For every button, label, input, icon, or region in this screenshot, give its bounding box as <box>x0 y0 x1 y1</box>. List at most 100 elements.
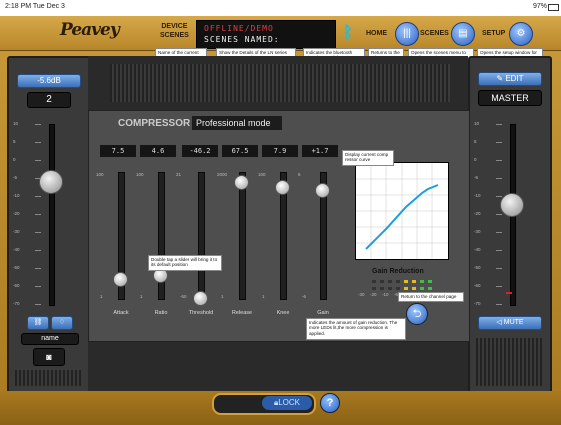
link-icon[interactable]: ⛓ <box>27 316 49 330</box>
gain-value-display[interactable]: -5.6dB <box>17 74 81 88</box>
fader-label: Attack <box>113 310 129 316</box>
edit-button[interactable]: ✎ EDIT <box>478 72 542 86</box>
fader-scale-label: 10 <box>13 121 19 126</box>
fader-label: Threshold <box>188 310 214 316</box>
setup-button[interactable]: SETUP ⚙ <box>480 20 540 46</box>
fader-top-value: 100 <box>96 172 104 177</box>
compressor-fader-track[interactable] <box>198 172 205 300</box>
fader-scale-tick <box>496 142 502 143</box>
readout-value: +1.7 <box>302 145 338 157</box>
fader-scale-label: -30 <box>13 229 20 234</box>
fader-scale-label: 0 <box>474 157 477 162</box>
gain-reduction-scale-label: -10 <box>382 292 389 297</box>
fader-scale-tick <box>496 214 502 215</box>
fader-scale-tick <box>496 304 502 305</box>
fader-scale-label: -10 <box>474 193 481 198</box>
lock-toggle[interactable]: 🔒︎LOCK <box>212 393 316 415</box>
fader-bottom-value: 1 <box>100 294 103 299</box>
fader-top-value: 6 <box>298 172 301 177</box>
channel-strip-master: ✎ EDIT MASTER 10 5 0 -5 -10 -20 -30 -40 -50 -60 -7… <box>468 56 552 395</box>
fader-scale-tick <box>35 178 41 179</box>
readout-value: 67.5 <box>222 145 258 157</box>
curve-svg <box>356 163 448 259</box>
readout-value: -46.2 <box>182 145 218 157</box>
scenes-icon: ▤ <box>451 22 475 46</box>
scenes-button[interactable]: SCENES ▤ <box>420 20 476 46</box>
fader-scale-tick <box>496 232 502 233</box>
home-button[interactable]: HOME ||| <box>364 20 419 46</box>
fader-scale-tick <box>35 124 41 125</box>
gain-reduction-scale-label: -20 <box>370 292 377 297</box>
fader-scale-label: 5 <box>13 139 16 144</box>
compressor-fader-knob[interactable] <box>113 272 128 288</box>
fader-scale-tick <box>496 250 502 251</box>
fader-scale-tick <box>496 196 502 197</box>
channel-strip-left: -5.6dB 2 10 5 0 -5 -10 -20 -30 -40 -50 -60 -70 ⛓ ♢… <box>7 56 91 395</box>
fader-scale-label: -60 <box>474 283 481 288</box>
fader-bottom-value: 1 <box>262 294 265 299</box>
fader-scale-label: 0 <box>13 157 16 162</box>
channel-number[interactable]: 2 <box>27 92 71 108</box>
fader-scale-tick <box>35 160 41 161</box>
fader-scale-tick <box>35 268 41 269</box>
gain-reduction-led <box>380 287 384 290</box>
help-button[interactable]: ? <box>320 393 340 413</box>
lock-button[interactable]: 🔒︎LOCK <box>262 396 312 410</box>
fader-scale-label: -30 <box>474 229 481 234</box>
fader-top-value: 21 <box>176 172 182 177</box>
back-button[interactable]: ⮌ <box>406 303 428 325</box>
fader-scale-tick <box>35 196 41 197</box>
callout-curve: Display current comp ressor curve <box>342 150 394 166</box>
channel-fader-knob[interactable] <box>39 170 63 194</box>
fader-scale-label: 5 <box>474 139 477 144</box>
fader-scale-tick <box>496 160 502 161</box>
lcd-line-mode: OFFLINE/DEMO <box>204 24 274 33</box>
fader-scale-label: -70 <box>474 301 481 306</box>
mute-button[interactable]: ◁ MUTE <box>478 316 542 330</box>
fader-track[interactable] <box>49 124 55 306</box>
peavey-logo: Peavey <box>60 20 120 40</box>
fader-scale-tick <box>496 286 502 287</box>
fader-scale-label: -20 <box>474 211 481 216</box>
gain-reduction-led <box>404 287 408 290</box>
gain-reduction-led <box>380 280 384 283</box>
speaker-grill-right <box>476 338 542 386</box>
channel-name-label[interactable]: name <box>21 333 79 345</box>
master-label: MASTER <box>478 90 542 106</box>
fader-scale-label: -20 <box>13 211 20 216</box>
battery-level: 97% <box>532 3 547 10</box>
readout-value: 4.6 <box>140 145 176 157</box>
compressor-fader-knob[interactable] <box>193 291 208 306</box>
fader-bottom-value: -60 <box>180 294 187 299</box>
lock-label: LOCK <box>278 398 301 407</box>
fader-scale-label: -70 <box>13 301 20 306</box>
camera-icon[interactable]: ◙ <box>33 348 65 366</box>
fader-scale-label: -5 <box>13 175 18 180</box>
lcd-line-scene: SCENES NAMED: <box>204 35 280 44</box>
fader-bottom-value: 1 <box>140 294 143 299</box>
peak-marker <box>506 292 512 294</box>
fader-scale-label: -40 <box>13 247 20 252</box>
fader-label: Gain <box>317 310 329 316</box>
gear-icon: ⚙ <box>509 22 533 46</box>
fader-top-value: 2000 <box>217 172 228 177</box>
compressor-title: COMPRESSOR <box>118 118 191 129</box>
compressor-fader-knob[interactable] <box>234 175 249 191</box>
gain-reduction-led <box>420 287 424 290</box>
master-fader-knob[interactable] <box>500 193 524 218</box>
mode-selector[interactable]: Professional mode <box>192 116 282 130</box>
fader-scale-tick <box>496 178 502 179</box>
compressor-fader-track[interactable] <box>239 172 246 300</box>
fader-scale-tick <box>496 268 502 269</box>
channel-settings-button[interactable]: ♢ <box>51 316 73 330</box>
fader-label: Ratio <box>154 310 168 316</box>
compressor-fader-knob[interactable] <box>315 182 330 198</box>
gain-reduction-led <box>428 287 432 290</box>
gain-reduction-label: Gain Reduction <box>372 268 424 275</box>
fader-scale-tick <box>35 232 41 233</box>
top-grill <box>110 64 450 102</box>
fader-scale-tick <box>35 142 41 143</box>
gain-reduction-led <box>404 280 408 283</box>
scenes-label: SCENES <box>160 32 189 39</box>
gain-reduction-led <box>428 280 432 283</box>
